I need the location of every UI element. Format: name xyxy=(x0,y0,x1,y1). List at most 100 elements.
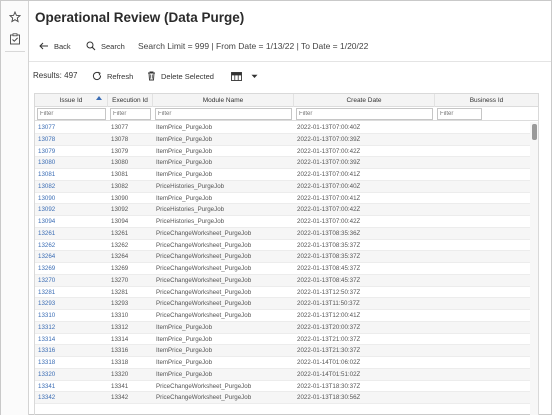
table-row[interactable]: 13079 13079 ItemPrice_PurgeJob 2022-01-13T0… xyxy=(35,146,530,158)
back-label: Back xyxy=(54,41,71,51)
filter-input-business-id[interactable] xyxy=(437,108,482,120)
cell-issue-id[interactable]: 13082 xyxy=(38,181,55,192)
refresh-icon xyxy=(92,71,102,81)
table-row[interactable]: 13264 13264 PriceChangeWorksheet_PurgeJob 2… xyxy=(35,251,530,263)
table-row[interactable]: 13081 13081 ItemPrice_PurgeJob 2022-01-13T0… xyxy=(35,169,530,181)
table-row[interactable]: 13318 13318 ItemPrice_PurgeJob 2022-01-14T0… xyxy=(35,357,530,369)
table-row[interactable]: 13078 13078 ItemPrice_PurgeJob 2022-01-13T0… xyxy=(35,133,530,146)
toolbar-divider xyxy=(29,61,551,62)
cell-execution-id: 13094 xyxy=(111,218,129,225)
scrollbar-thumb[interactable] xyxy=(532,124,537,140)
filter-input-create-date[interactable] xyxy=(296,108,433,120)
table-row[interactable]: 13080 13080 ItemPrice_PurgeJob 2022-01-13T0… xyxy=(35,157,530,169)
cell-issue-id[interactable]: 13293 xyxy=(38,298,55,309)
cell-issue-id[interactable]: 13310 xyxy=(38,310,55,321)
table-row[interactable]: 13341 13341 PriceChangeWorksheet_PurgeJob 2… xyxy=(35,381,530,393)
cell-execution-id: 13293 xyxy=(111,300,129,308)
cell-execution-id: 13262 xyxy=(111,241,129,249)
cell-module-name: PriceHistories_PurgeJob xyxy=(156,182,225,190)
results-bar: Results: 497 Refresh Delete Selected xyxy=(33,67,543,85)
cell-issue-id[interactable]: 13264 xyxy=(38,251,55,262)
cell-issue-id[interactable]: 13262 xyxy=(38,240,55,251)
column-header-label: Execution Id xyxy=(112,97,148,104)
table-row[interactable]: 13312 13312 ItemPrice_PurgeJob 2022-01-13T2… xyxy=(35,321,530,334)
cell-issue-id[interactable]: 13269 xyxy=(38,263,55,274)
table-row[interactable]: 13261 13261 PriceChangeWorksheet_PurgeJob 2… xyxy=(35,227,530,240)
cell-execution-id: 13281 xyxy=(111,288,129,296)
table-row[interactable]: 13320 13320 ItemPrice_PurgeJob 2022-01-14T0… xyxy=(35,368,530,381)
cell-issue-id[interactable]: 13270 xyxy=(38,275,55,286)
column-header-module-name[interactable]: Module Name xyxy=(153,94,294,107)
cell-execution-id: 13316 xyxy=(111,347,129,355)
cell-issue-id[interactable]: 13090 xyxy=(38,193,55,204)
cell-issue-id[interactable]: 13318 xyxy=(38,357,55,368)
table-row[interactable]: 13269 13269 PriceChangeWorksheet_PurgeJob 2… xyxy=(35,263,530,275)
cell-module-name: PriceChangeWorksheet_PurgeJob xyxy=(156,276,252,284)
table-row[interactable]: 13270 13270 PriceChangeWorksheet_PurgeJob 2… xyxy=(35,274,530,287)
refresh-label: Refresh xyxy=(107,71,134,81)
cell-execution-id: 13264 xyxy=(111,253,129,261)
search-label: Search xyxy=(101,41,125,51)
filter-input-issue-id[interactable] xyxy=(37,108,106,120)
back-arrow-icon xyxy=(39,42,48,50)
refresh-button[interactable]: Refresh xyxy=(92,68,133,84)
cell-issue-id[interactable]: 13316 xyxy=(38,345,55,356)
table-row[interactable]: 13092 13092 PriceHistories_PurgeJob 2022-01… xyxy=(35,204,530,216)
view-menu-button[interactable] xyxy=(231,68,263,84)
column-header-create-date[interactable]: Create Date xyxy=(294,94,435,107)
column-header-issue-id[interactable]: Issue Id xyxy=(35,94,108,107)
cell-module-name: PriceChangeWorksheet_PurgeJob xyxy=(156,253,252,261)
main-content: Operational Review (Data Purge) Back Sea… xyxy=(29,1,551,415)
back-button[interactable]: Back xyxy=(39,37,71,55)
cell-create-date: 2022-01-13T18:30:37Z xyxy=(297,382,361,390)
cell-create-date: 2022-01-13T21:00:37Z xyxy=(297,335,361,343)
cell-issue-id[interactable]: 13342 xyxy=(38,392,55,403)
cell-module-name: PriceHistories_PurgeJob xyxy=(156,218,225,225)
tasks-checklist-icon[interactable] xyxy=(7,31,23,47)
table-row[interactable]: 13310 13310 PriceChangeWorksheet_PurgeJob 2… xyxy=(35,310,530,322)
cell-execution-id: 13081 xyxy=(111,171,129,178)
cell-module-name: ItemPrice_PurgeJob xyxy=(156,347,213,355)
cell-issue-id[interactable]: 13081 xyxy=(38,169,55,180)
table-row[interactable]: 13314 13314 ItemPrice_PurgeJob 2022-01-13T2… xyxy=(35,334,530,346)
filter-input-module-name[interactable] xyxy=(155,108,292,120)
cell-issue-id[interactable]: 13079 xyxy=(38,146,55,157)
cell-issue-id[interactable]: 13261 xyxy=(38,228,55,239)
cell-issue-id[interactable]: 13341 xyxy=(38,381,55,392)
cell-module-name: ItemPrice_PurgeJob xyxy=(156,159,213,167)
table-row[interactable]: 13316 13316 ItemPrice_PurgeJob 2022-01-13T2… xyxy=(35,345,530,357)
table-row[interactable]: 13281 13281 PriceChangeWorksheet_PurgeJob 2… xyxy=(35,287,530,299)
table-row[interactable]: 13077 13077 ItemPrice_PurgeJob 2022-01-13T0… xyxy=(35,122,530,134)
filter-input-execution-id[interactable] xyxy=(110,108,151,120)
chevron-down-icon xyxy=(251,74,258,78)
table-row[interactable]: 13293 13293 PriceChangeWorksheet_PurgeJob 2… xyxy=(35,298,530,310)
cell-create-date: 2022-01-13T07:00:42Z xyxy=(297,206,361,214)
cell-module-name: PriceChangeWorksheet_PurgeJob xyxy=(156,229,252,237)
search-button[interactable]: Search xyxy=(86,37,125,55)
cell-issue-id[interactable]: 13078 xyxy=(38,134,55,145)
table-row[interactable]: 13094 13094 PriceHistories_PurgeJob 2022-01… xyxy=(35,216,530,228)
cell-issue-id[interactable]: 13281 xyxy=(38,287,55,298)
cell-issue-id[interactable]: 13077 xyxy=(38,122,55,133)
table-row[interactable]: 13090 13090 ItemPrice_PurgeJob 2022-01-13T0… xyxy=(35,193,530,205)
table-row[interactable]: 13262 13262 PriceChangeWorksheet_PurgeJob 2… xyxy=(35,240,530,252)
cell-issue-id[interactable]: 13320 xyxy=(38,369,55,380)
favorites-star-icon[interactable] xyxy=(7,9,23,25)
table-row[interactable]: 13082 13082 PriceHistories_PurgeJob 2022-01… xyxy=(35,180,530,193)
cell-issue-id[interactable]: 13080 xyxy=(38,157,55,168)
data-grid: Issue Id Execution Id Module Name Create… xyxy=(34,93,539,415)
column-header-label: Issue Id xyxy=(59,97,83,104)
cell-execution-id: 13269 xyxy=(111,265,129,272)
delete-selected-button[interactable]: Delete Selected xyxy=(147,68,214,84)
cell-issue-id[interactable]: 13314 xyxy=(38,334,55,345)
cell-issue-id[interactable]: 13092 xyxy=(38,204,55,215)
vertical-scrollbar[interactable] xyxy=(530,122,538,415)
left-rail xyxy=(1,1,29,415)
cell-execution-id: 13318 xyxy=(111,359,129,366)
cell-issue-id[interactable]: 13094 xyxy=(38,216,55,227)
cell-module-name: ItemPrice_PurgeJob xyxy=(156,147,213,155)
table-row[interactable]: 13342 13342 PriceChangeWorksheet_PurgeJob 2… xyxy=(35,392,530,404)
column-header-execution-id[interactable]: Execution Id xyxy=(108,94,153,107)
cell-issue-id[interactable]: 13312 xyxy=(38,322,55,333)
column-header-business-id[interactable]: Business Id xyxy=(435,94,538,107)
